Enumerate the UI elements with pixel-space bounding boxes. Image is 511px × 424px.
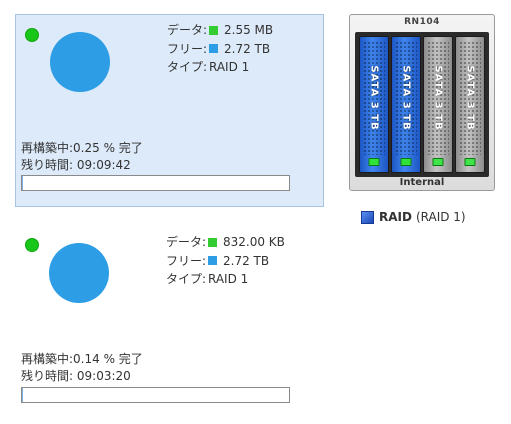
data-label: データ: <box>165 235 206 249</box>
disk-led-icon <box>368 158 380 166</box>
free-value: 2.72 TB <box>224 41 271 56</box>
disk-label: SATA 3 TB <box>400 65 412 131</box>
type-value: RAID 1 <box>209 60 250 74</box>
drive-bay-2[interactable]: SATA 3 TB <box>391 36 421 173</box>
free-swatch <box>209 44 218 54</box>
remaining-value: 09:09:42 <box>76 157 131 172</box>
volume-usage-pie <box>50 32 110 92</box>
rebuild-label: 再構築中: <box>21 352 74 366</box>
data-label: データ: <box>166 23 207 37</box>
volume-info: データ: 832.00 KB フリー: 2.72 TB タイプ: RAID 1 <box>160 233 285 289</box>
rebuild-status: 再構築中:0.25 % 完了 残り時間: 09:09:42 <box>21 140 143 173</box>
data-swatch <box>209 25 218 35</box>
drive-bay-3[interactable]: SATA 3 TB <box>423 36 453 173</box>
rebuild-progress-fill <box>22 176 23 190</box>
free-swatch <box>208 256 217 266</box>
disk-led-icon <box>432 158 444 166</box>
volume-usage-pie <box>49 243 109 303</box>
type-label: タイプ: <box>165 272 206 286</box>
disk-label: SATA 3 TB <box>432 65 444 131</box>
volume-card-2[interactable]: データ: 832.00 KB フリー: 2.72 TB タイプ: RAID 1 … <box>15 226 324 411</box>
disk-label: SATA 3 TB <box>464 65 476 131</box>
device-footer-label: Internal <box>399 177 445 188</box>
disk-led-icon <box>464 158 476 166</box>
free-label: フリー: <box>165 253 206 268</box>
device-model: RN104 <box>404 17 440 27</box>
disk-led-icon <box>400 158 412 166</box>
disk-label: SATA 3 TB <box>368 65 380 131</box>
remaining-label: 残り時間: <box>21 157 74 172</box>
drive-bay-4[interactable]: SATA 3 TB <box>455 36 485 173</box>
rebuild-status: 再構築中:0.14 % 完了 残り時間: 09:03:20 <box>21 351 143 384</box>
raid-color-swatch-icon <box>361 210 374 224</box>
type-label: タイプ: <box>166 60 207 74</box>
raid-legend: RAID (RAID 1) <box>361 210 466 224</box>
remaining-value: 09:03:20 <box>76 368 131 383</box>
remaining-label: 残り時間: <box>21 368 74 383</box>
rebuild-progress-bar <box>21 387 290 403</box>
rebuild-label: 再構築中: <box>21 141 74 155</box>
data-value: 2.55 MB <box>224 23 274 37</box>
rebuild-value: 0.14 % 完了 <box>73 352 143 366</box>
raid-legend-detail: (RAID 1) <box>415 210 466 224</box>
data-value: 832.00 KB <box>223 235 285 249</box>
type-value: RAID 1 <box>208 272 249 286</box>
rebuild-value: 0.25 % 完了 <box>73 141 143 155</box>
free-label: フリー: <box>166 41 207 56</box>
volume-status-indicator <box>25 28 39 42</box>
free-value: 2.72 TB <box>223 253 270 268</box>
volume-status-indicator <box>25 238 39 252</box>
data-swatch <box>208 237 217 247</box>
nas-device-image: RN104 SATA 3 TB SATA 3 TB SATA 3 TB SATA… <box>349 14 495 191</box>
volume-info: データ: 2.55 MB フリー: 2.72 TB タイプ: RAID 1 <box>161 21 273 77</box>
volume-card-1[interactable]: データ: 2.55 MB フリー: 2.72 TB タイプ: RAID 1 再構… <box>15 14 324 207</box>
drive-bays: SATA 3 TB SATA 3 TB SATA 3 TB SATA 3 TB <box>355 32 489 177</box>
raid-legend-name: RAID <box>379 210 412 224</box>
drive-bay-1[interactable]: SATA 3 TB <box>359 36 389 173</box>
rebuild-progress-bar <box>21 175 290 191</box>
